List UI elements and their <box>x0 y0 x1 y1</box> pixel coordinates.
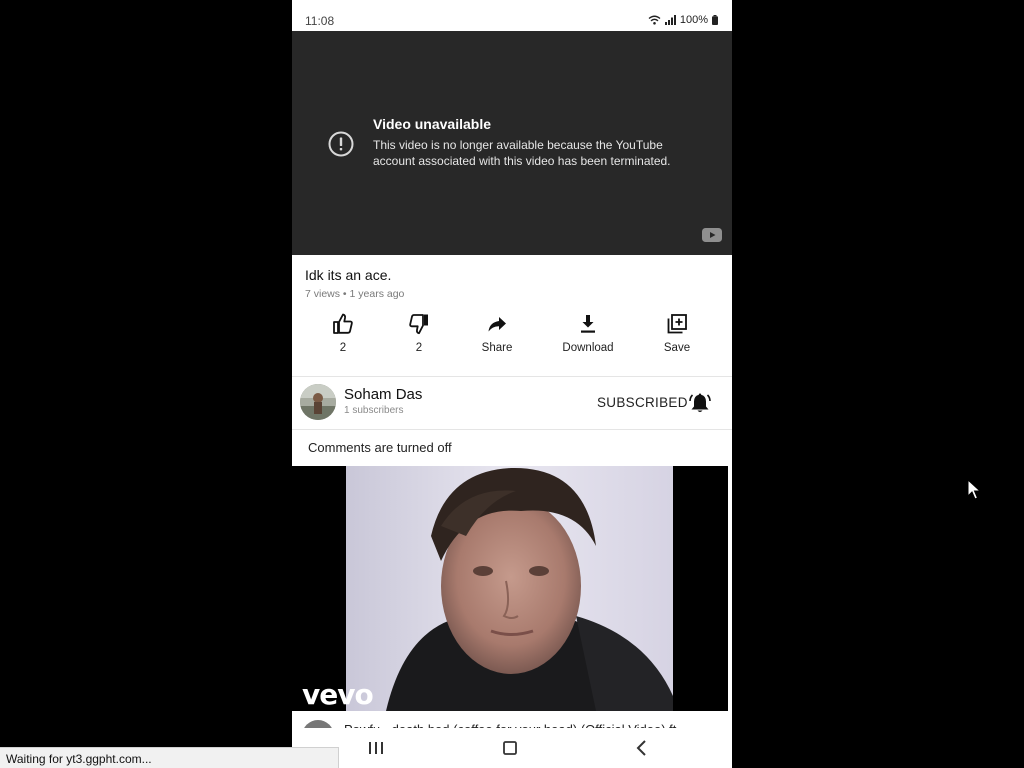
save-to-playlist-icon <box>667 314 687 334</box>
recent-apps-icon[interactable] <box>366 740 386 756</box>
android-nav-bar <box>292 728 732 768</box>
battery-percent: 100% <box>679 14 708 26</box>
next-video-thumbnail[interactable]: vevo <box>292 466 728 711</box>
thumbnail-image <box>346 466 673 711</box>
youtube-logo-icon[interactable] <box>702 228 722 242</box>
status-time: 11:08 <box>305 14 335 28</box>
bell-icon[interactable] <box>688 391 712 415</box>
unavailable-message: This video is no longer available becaus… <box>373 138 671 168</box>
video-title[interactable]: Idk its an ace. <box>305 267 391 283</box>
thumbs-up-icon <box>333 313 353 334</box>
status-icons: 100% <box>648 14 718 26</box>
save-label: Save <box>663 342 691 354</box>
share-button[interactable]: Share <box>457 312 537 354</box>
like-count: 2 <box>339 342 347 354</box>
video-player[interactable]: Video unavailable This video is no longe… <box>292 31 732 255</box>
thumbs-down-icon <box>409 314 428 335</box>
alert-icon <box>328 131 354 157</box>
vevo-logo: vevo <box>302 678 374 711</box>
subscriber-count: 1 subscribers <box>344 405 404 416</box>
dislike-count: 2 <box>415 342 423 354</box>
channel-avatar[interactable] <box>300 384 336 420</box>
channel-avatar-image <box>300 384 336 420</box>
save-button[interactable]: Save <box>637 312 717 354</box>
back-icon[interactable] <box>632 740 652 756</box>
comments-disabled-notice: Comments are turned off <box>308 440 452 455</box>
phone-screen: 11:08 100% Video unavailable This video … <box>292 0 732 768</box>
browser-status-bar: Waiting for yt3.ggpht.com... <box>0 747 339 768</box>
share-icon <box>488 317 506 332</box>
home-icon[interactable] <box>500 740 520 756</box>
share-label: Share <box>481 342 513 354</box>
action-bar: 2 2 Share Download Save <box>292 312 732 358</box>
divider <box>292 429 732 430</box>
channel-row[interactable]: Soham Das 1 subscribers SUBSCRIBED <box>292 377 732 429</box>
download-button[interactable]: Download <box>548 312 628 354</box>
channel-name[interactable]: Soham Das <box>344 386 422 403</box>
unavailable-title: Video unavailable <box>373 116 492 132</box>
wifi-icon <box>648 15 661 25</box>
dislike-button[interactable]: 2 <box>379 312 459 354</box>
battery-icon <box>712 15 718 25</box>
subscribed-button[interactable]: SUBSCRIBED <box>597 395 688 410</box>
download-icon <box>581 315 595 333</box>
signal-icon <box>664 15 676 25</box>
like-button[interactable]: 2 <box>303 312 383 354</box>
download-label: Download <box>562 342 614 354</box>
mouse-cursor-icon <box>967 479 981 500</box>
video-meta: 7 views • 1 years ago <box>305 288 405 300</box>
status-bar: 11:08 100% <box>292 0 732 31</box>
